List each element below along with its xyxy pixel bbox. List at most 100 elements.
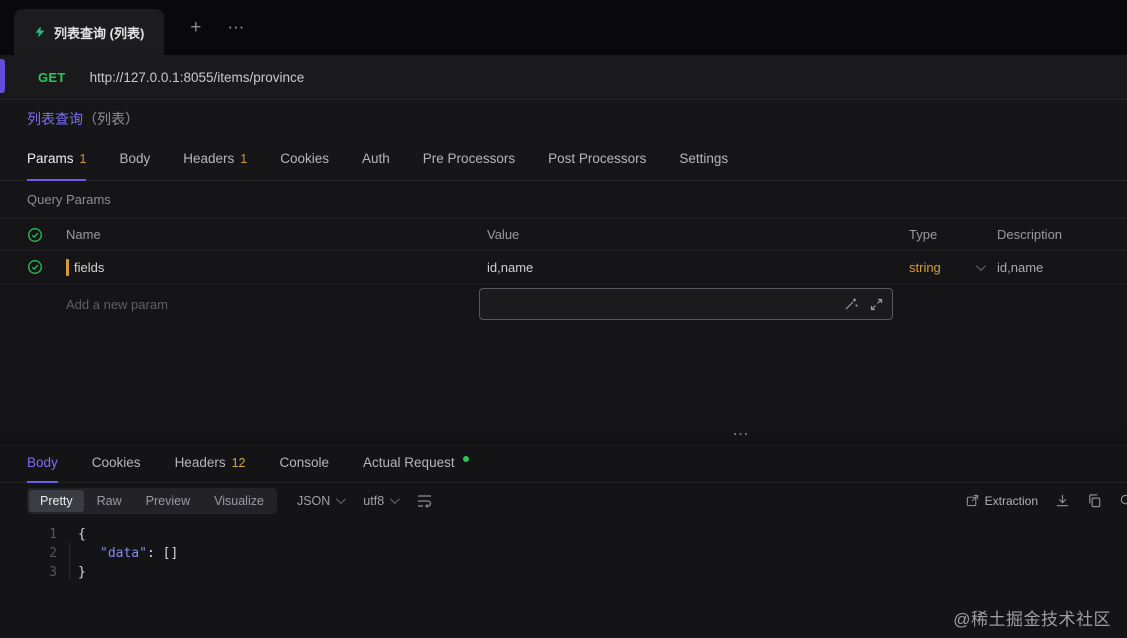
tab-headers-label: Headers	[183, 151, 234, 166]
tab-headers[interactable]: Headers 1	[183, 137, 247, 180]
view-mode-raw[interactable]: Raw	[86, 490, 133, 512]
encoding-select[interactable]: utf8	[363, 494, 397, 508]
tab-pre-processors[interactable]: Pre Processors	[423, 137, 515, 180]
code-lines: { "data": [] }	[65, 518, 1127, 638]
brace-close: }	[78, 565, 86, 580]
code-line: }	[78, 563, 1127, 582]
code-line: "data": []	[78, 544, 1127, 563]
line-number: 2	[0, 544, 57, 563]
view-mode-preview[interactable]: Preview	[135, 490, 201, 512]
tab-post-processors[interactable]: Post Processors	[548, 137, 646, 180]
response-tab-console-label: Console	[280, 455, 330, 470]
response-tab-body-label: Body	[27, 455, 58, 470]
extraction-button[interactable]: Extraction	[966, 494, 1038, 508]
param-row: fields id,name string id,name	[0, 251, 1127, 284]
view-mode-pretty[interactable]: Pretty	[29, 490, 84, 512]
new-param-name-input[interactable]	[66, 297, 466, 312]
tab-settings[interactable]: Settings	[679, 137, 728, 180]
response-tab-actual-request[interactable]: Actual Request	[363, 443, 469, 482]
download-icon[interactable]	[1055, 493, 1070, 508]
request-tabs: Params 1 Body Headers 1 Cookies Auth Pre…	[0, 137, 1127, 181]
column-header-value: Value	[487, 227, 909, 242]
line-number: 1	[0, 525, 57, 544]
response-tab-cookies[interactable]: Cookies	[92, 443, 141, 482]
expand-editor-icon[interactable]	[870, 298, 883, 311]
line-number: 3	[0, 563, 57, 582]
param-name: fields	[74, 260, 104, 275]
tab-cookies[interactable]: Cookies	[280, 137, 329, 180]
new-tab-button[interactable]: +	[190, 18, 201, 37]
copy-icon[interactable]	[1087, 493, 1102, 508]
word-wrap-icon[interactable]	[417, 493, 433, 508]
http-method-label[interactable]: GET	[38, 70, 66, 85]
response-tab-headers[interactable]: Headers 12	[175, 443, 246, 482]
query-params-section-title: Query Params	[0, 181, 1127, 218]
api-method-icon	[34, 26, 46, 38]
response-body-viewer[interactable]: 1 2 3 { "data": [] }	[0, 518, 1127, 638]
response-tab-headers-label: Headers	[175, 455, 226, 470]
extraction-label: Extraction	[985, 494, 1038, 508]
select-all-checkbox-icon[interactable]	[27, 227, 43, 243]
format-select[interactable]: JSON	[297, 494, 343, 508]
response-tab-cookies-label: Cookies	[92, 455, 141, 470]
tab-params-label: Params	[27, 151, 74, 166]
param-type-value: string	[909, 260, 941, 275]
param-enabled-checkbox-icon[interactable]	[27, 259, 43, 275]
param-value-cell[interactable]: id,name	[487, 260, 909, 275]
request-tab[interactable]: 列表查询 (列表)	[14, 9, 164, 55]
response-tab-headers-badge: 12	[232, 456, 246, 470]
column-header-description: Description	[997, 227, 1127, 242]
json-separator: :	[147, 546, 163, 561]
response-toolbar: Pretty Raw Preview Visualize JSON utf8 E…	[0, 483, 1127, 518]
new-param-value-input[interactable]	[489, 297, 832, 312]
panel-splitter[interactable]: ⋯	[0, 429, 1127, 443]
line-number-gutter: 1 2 3	[0, 518, 65, 638]
extraction-icon	[966, 494, 979, 507]
active-request-indicator	[0, 59, 5, 93]
query-params-header-row: Name Value Type Description	[0, 218, 1127, 251]
status-dot	[463, 456, 469, 462]
tab-auth-label: Auth	[362, 151, 390, 166]
new-param-value-field	[479, 288, 893, 320]
tab-cookies-label: Cookies	[280, 151, 329, 166]
request-name-row: 列表查询 （列表）	[0, 100, 1127, 137]
param-name-cell[interactable]: fields	[66, 259, 487, 276]
tab-more-menu-button[interactable]: ⋯	[227, 19, 245, 36]
magic-wand-icon[interactable]	[844, 297, 858, 311]
tab-params[interactable]: Params 1	[27, 137, 86, 180]
view-mode-switcher: Pretty Raw Preview Visualize	[27, 488, 277, 514]
request-doc-name-link[interactable]: 列表查询	[27, 109, 83, 129]
response-tab-actual-request-label: Actual Request	[363, 455, 455, 470]
tab-body[interactable]: Body	[119, 137, 150, 180]
window-tab-bar: 列表查询 (列表) + ⋯	[0, 0, 1127, 55]
view-mode-visualize[interactable]: Visualize	[203, 490, 275, 512]
request-panel-empty-area	[0, 324, 1127, 429]
tab-auth[interactable]: Auth	[362, 137, 390, 180]
code-line: {	[78, 525, 1127, 544]
chevron-down-icon	[336, 494, 346, 504]
chevron-down-icon	[976, 261, 986, 271]
request-url-bar[interactable]: GET http://127.0.0.1:8055/items/province	[0, 55, 1127, 100]
column-header-type: Type	[909, 227, 997, 242]
search-icon[interactable]	[1119, 493, 1127, 508]
param-description-cell[interactable]: id,name	[997, 260, 1127, 275]
request-doc-suffix: （列表）	[83, 109, 139, 129]
splitter-handle-icon[interactable]: ⋯	[733, 430, 750, 440]
response-tab-console[interactable]: Console	[280, 443, 330, 482]
response-tabs: Body Cookies Headers 12 Console Actual R…	[0, 443, 1127, 483]
tab-headers-badge: 1	[240, 152, 247, 166]
app-window: 列表查询 (列表) + ⋯ GET http://127.0.0.1:8055/…	[0, 0, 1127, 638]
tab-params-badge: 1	[80, 152, 87, 166]
tab-body-label: Body	[119, 151, 150, 166]
encoding-select-value: utf8	[363, 494, 384, 508]
response-toolbar-right: Extraction	[966, 493, 1127, 508]
add-param-row	[0, 284, 1127, 324]
tab-post-processors-label: Post Processors	[548, 151, 646, 166]
brace-open: {	[78, 527, 86, 542]
param-type-select[interactable]: string	[909, 260, 997, 275]
tab-settings-label: Settings	[679, 151, 728, 166]
request-url[interactable]: http://127.0.0.1:8055/items/province	[90, 70, 305, 85]
json-value: []	[163, 546, 179, 561]
response-tab-body[interactable]: Body	[27, 443, 58, 482]
tab-pre-processors-label: Pre Processors	[423, 151, 515, 166]
